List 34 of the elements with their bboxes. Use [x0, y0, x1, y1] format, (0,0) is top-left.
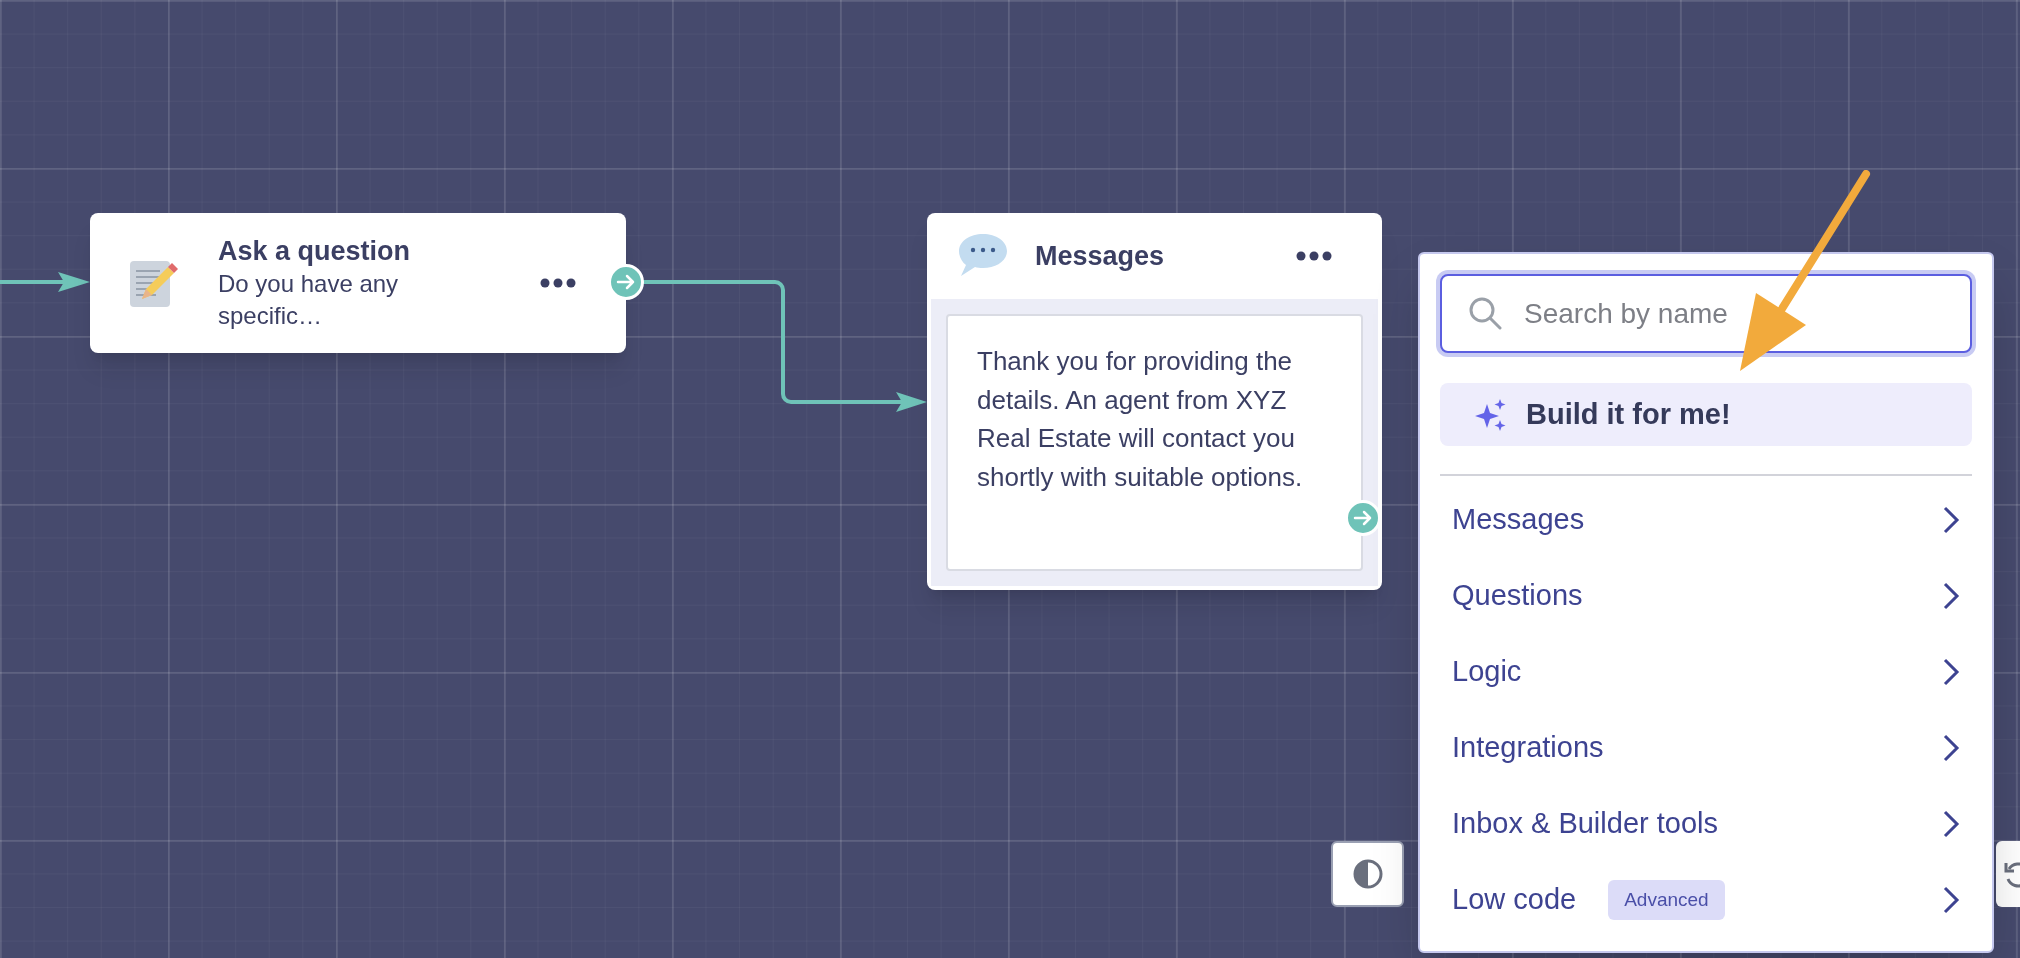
build-it-for-me-button[interactable]: Build it for me! — [1440, 383, 1972, 446]
category-menu-item[interactable]: Integrations — [1440, 710, 1972, 786]
node-title: Ask a question — [218, 235, 412, 268]
chevron-right-icon — [1942, 657, 1960, 687]
message-text: Thank you for providing the details. An agent from XYZ Real Estate will contact you shortly with suitable options. — [977, 345, 1304, 494]
category-label: Low code — [1452, 882, 1577, 918]
category-label: Messages — [1452, 502, 1585, 538]
category-label: Logic — [1452, 654, 1522, 690]
search-icon — [1468, 296, 1502, 330]
search-field[interactable]: Search by name — [1440, 274, 1972, 353]
question-node[interactable]: Ask a question Do you have any specific… — [90, 213, 626, 353]
category-menu-item[interactable]: Inbox & Builder tools — [1440, 786, 1972, 862]
more-options-icon[interactable] — [540, 278, 576, 288]
node-title: Messages — [1035, 239, 1165, 273]
chevron-right-icon — [1942, 885, 1960, 915]
node-subtitle: Do you have any specific… — [218, 269, 400, 331]
contrast-toggle-button[interactable] — [1331, 841, 1404, 907]
category-label: Inbox & Builder tools — [1452, 806, 1718, 842]
category-menu-item[interactable]: Messages — [1440, 482, 1972, 558]
messages-node[interactable]: Messages Thank you for providing the details. An agent from XYZ Real Estate will contact you shortly with suitable options. — [927, 213, 1382, 590]
chevron-right-icon — [1942, 733, 1960, 763]
sparkles-icon — [1474, 397, 1508, 432]
advanced-badge: Advanced — [1608, 879, 1725, 921]
category-label: Integrations — [1452, 730, 1604, 766]
category-menu-item[interactable]: Questions — [1440, 558, 1972, 634]
chevron-right-icon — [1942, 809, 1960, 839]
category-label: Questions — [1452, 578, 1583, 614]
contrast-icon — [1351, 858, 1384, 890]
chevron-right-icon — [1942, 581, 1960, 611]
chevron-right-icon — [1942, 505, 1960, 535]
category-menu-item[interactable]: Low code Advanced — [1440, 862, 1972, 938]
connector-port-icon[interactable] — [608, 264, 644, 300]
more-options-icon[interactable] — [1296, 251, 1332, 261]
category-menu-item[interactable]: Logic — [1440, 634, 1972, 710]
